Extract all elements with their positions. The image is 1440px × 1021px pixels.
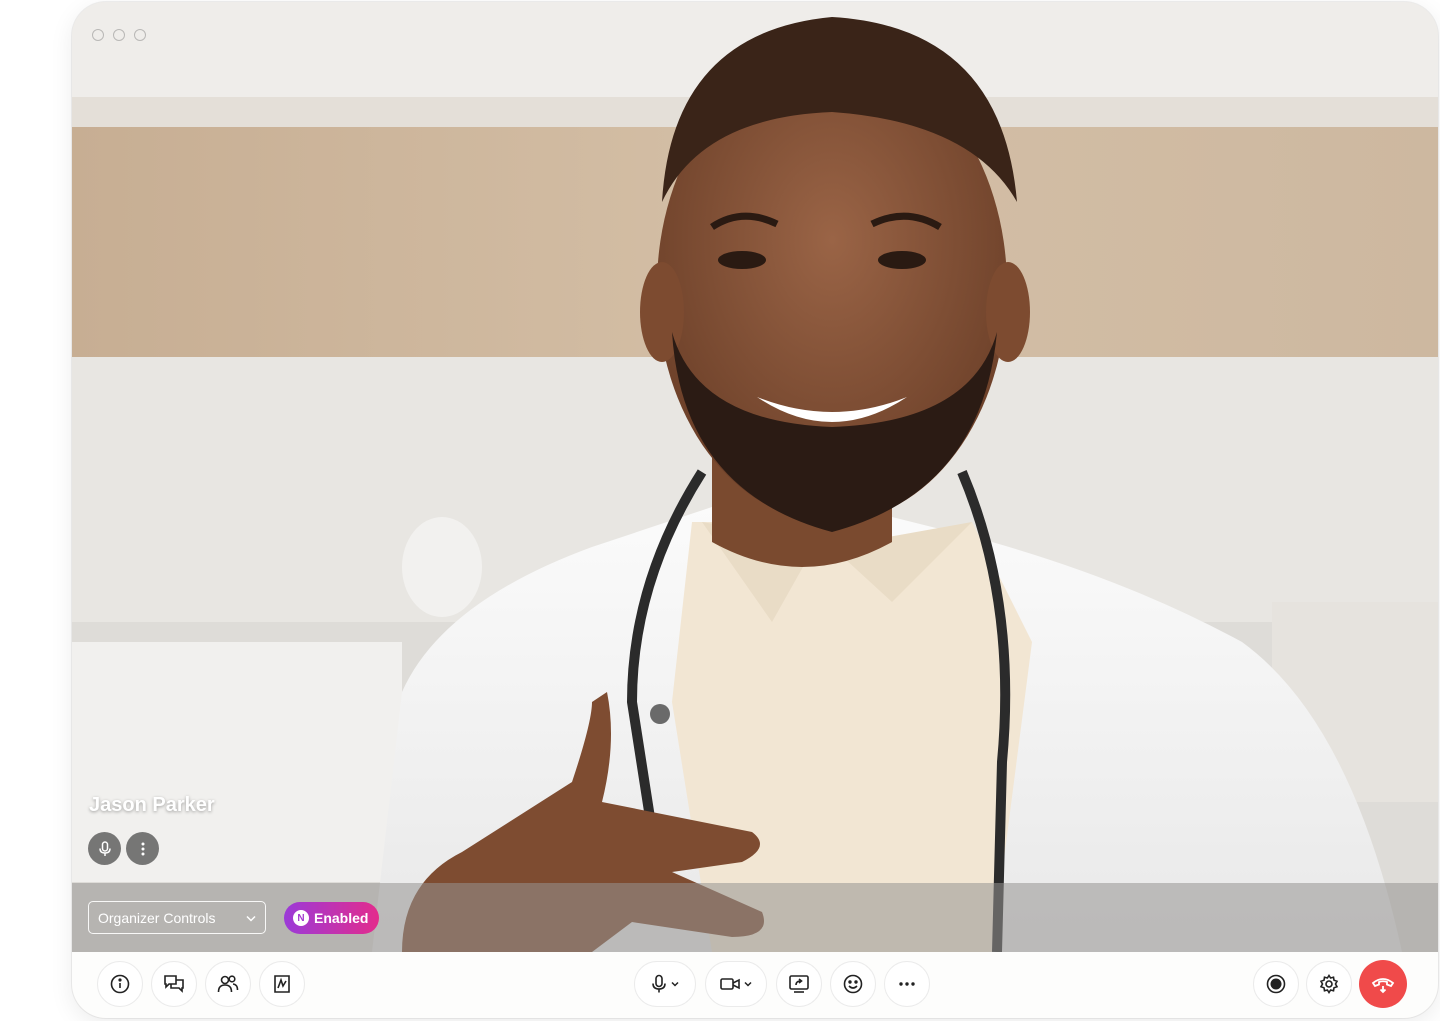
microphone-toggle[interactable] — [634, 961, 696, 1007]
chevron-down-icon — [246, 915, 256, 922]
record-button[interactable] — [1253, 961, 1299, 1007]
emoji-icon — [843, 974, 863, 994]
whiteboard-icon — [274, 975, 290, 993]
share-screen-icon — [789, 975, 809, 993]
participants-icon — [217, 975, 239, 993]
settings-icon — [1319, 974, 1339, 994]
organizer-bar: Organizer Controls N Enabled — [72, 883, 1438, 952]
participants-button[interactable] — [205, 961, 251, 1007]
badge-icon: N — [293, 910, 309, 926]
whiteboard-button[interactable] — [259, 961, 305, 1007]
share-screen-button[interactable] — [776, 961, 822, 1007]
video-call-window: Jason Parker Organizer Controls N Enable… — [72, 2, 1438, 1018]
call-toolbar — [72, 952, 1438, 1018]
participant-more-button[interactable] — [126, 832, 159, 865]
microphone-icon — [651, 974, 666, 993]
window-close-dot[interactable] — [92, 29, 104, 41]
window-minimize-dot[interactable] — [113, 29, 125, 41]
info-button[interactable] — [97, 961, 143, 1007]
chat-button[interactable] — [151, 961, 197, 1007]
participant-name: Jason Parker — [89, 794, 215, 816]
chat-icon — [164, 975, 184, 993]
window-traffic-lights — [92, 29, 146, 41]
participant-mic-button[interactable] — [88, 832, 121, 865]
enabled-badge[interactable]: N Enabled — [284, 902, 380, 934]
more-horizontal-icon — [899, 982, 915, 986]
participant-video — [72, 2, 1438, 952]
settings-button[interactable] — [1306, 961, 1352, 1007]
organizer-controls-label: Organizer Controls — [98, 909, 216, 926]
chevron-down-icon — [670, 981, 679, 987]
more-vertical-icon — [141, 842, 144, 855]
end-call-icon — [1371, 978, 1395, 994]
end-call-button[interactable] — [1359, 960, 1407, 1008]
emoji-button[interactable] — [830, 961, 876, 1007]
record-icon — [1266, 974, 1286, 994]
participant-controls — [88, 832, 159, 865]
window-maximize-dot[interactable] — [134, 29, 146, 41]
more-options-button[interactable] — [884, 961, 930, 1007]
camera-toggle[interactable] — [705, 961, 767, 1007]
info-icon — [110, 974, 130, 994]
enabled-badge-label: Enabled — [314, 910, 369, 926]
camera-icon — [719, 978, 740, 990]
microphone-icon — [98, 840, 111, 856]
organizer-controls-select[interactable]: Organizer Controls — [88, 901, 266, 934]
chevron-down-icon — [743, 981, 752, 987]
